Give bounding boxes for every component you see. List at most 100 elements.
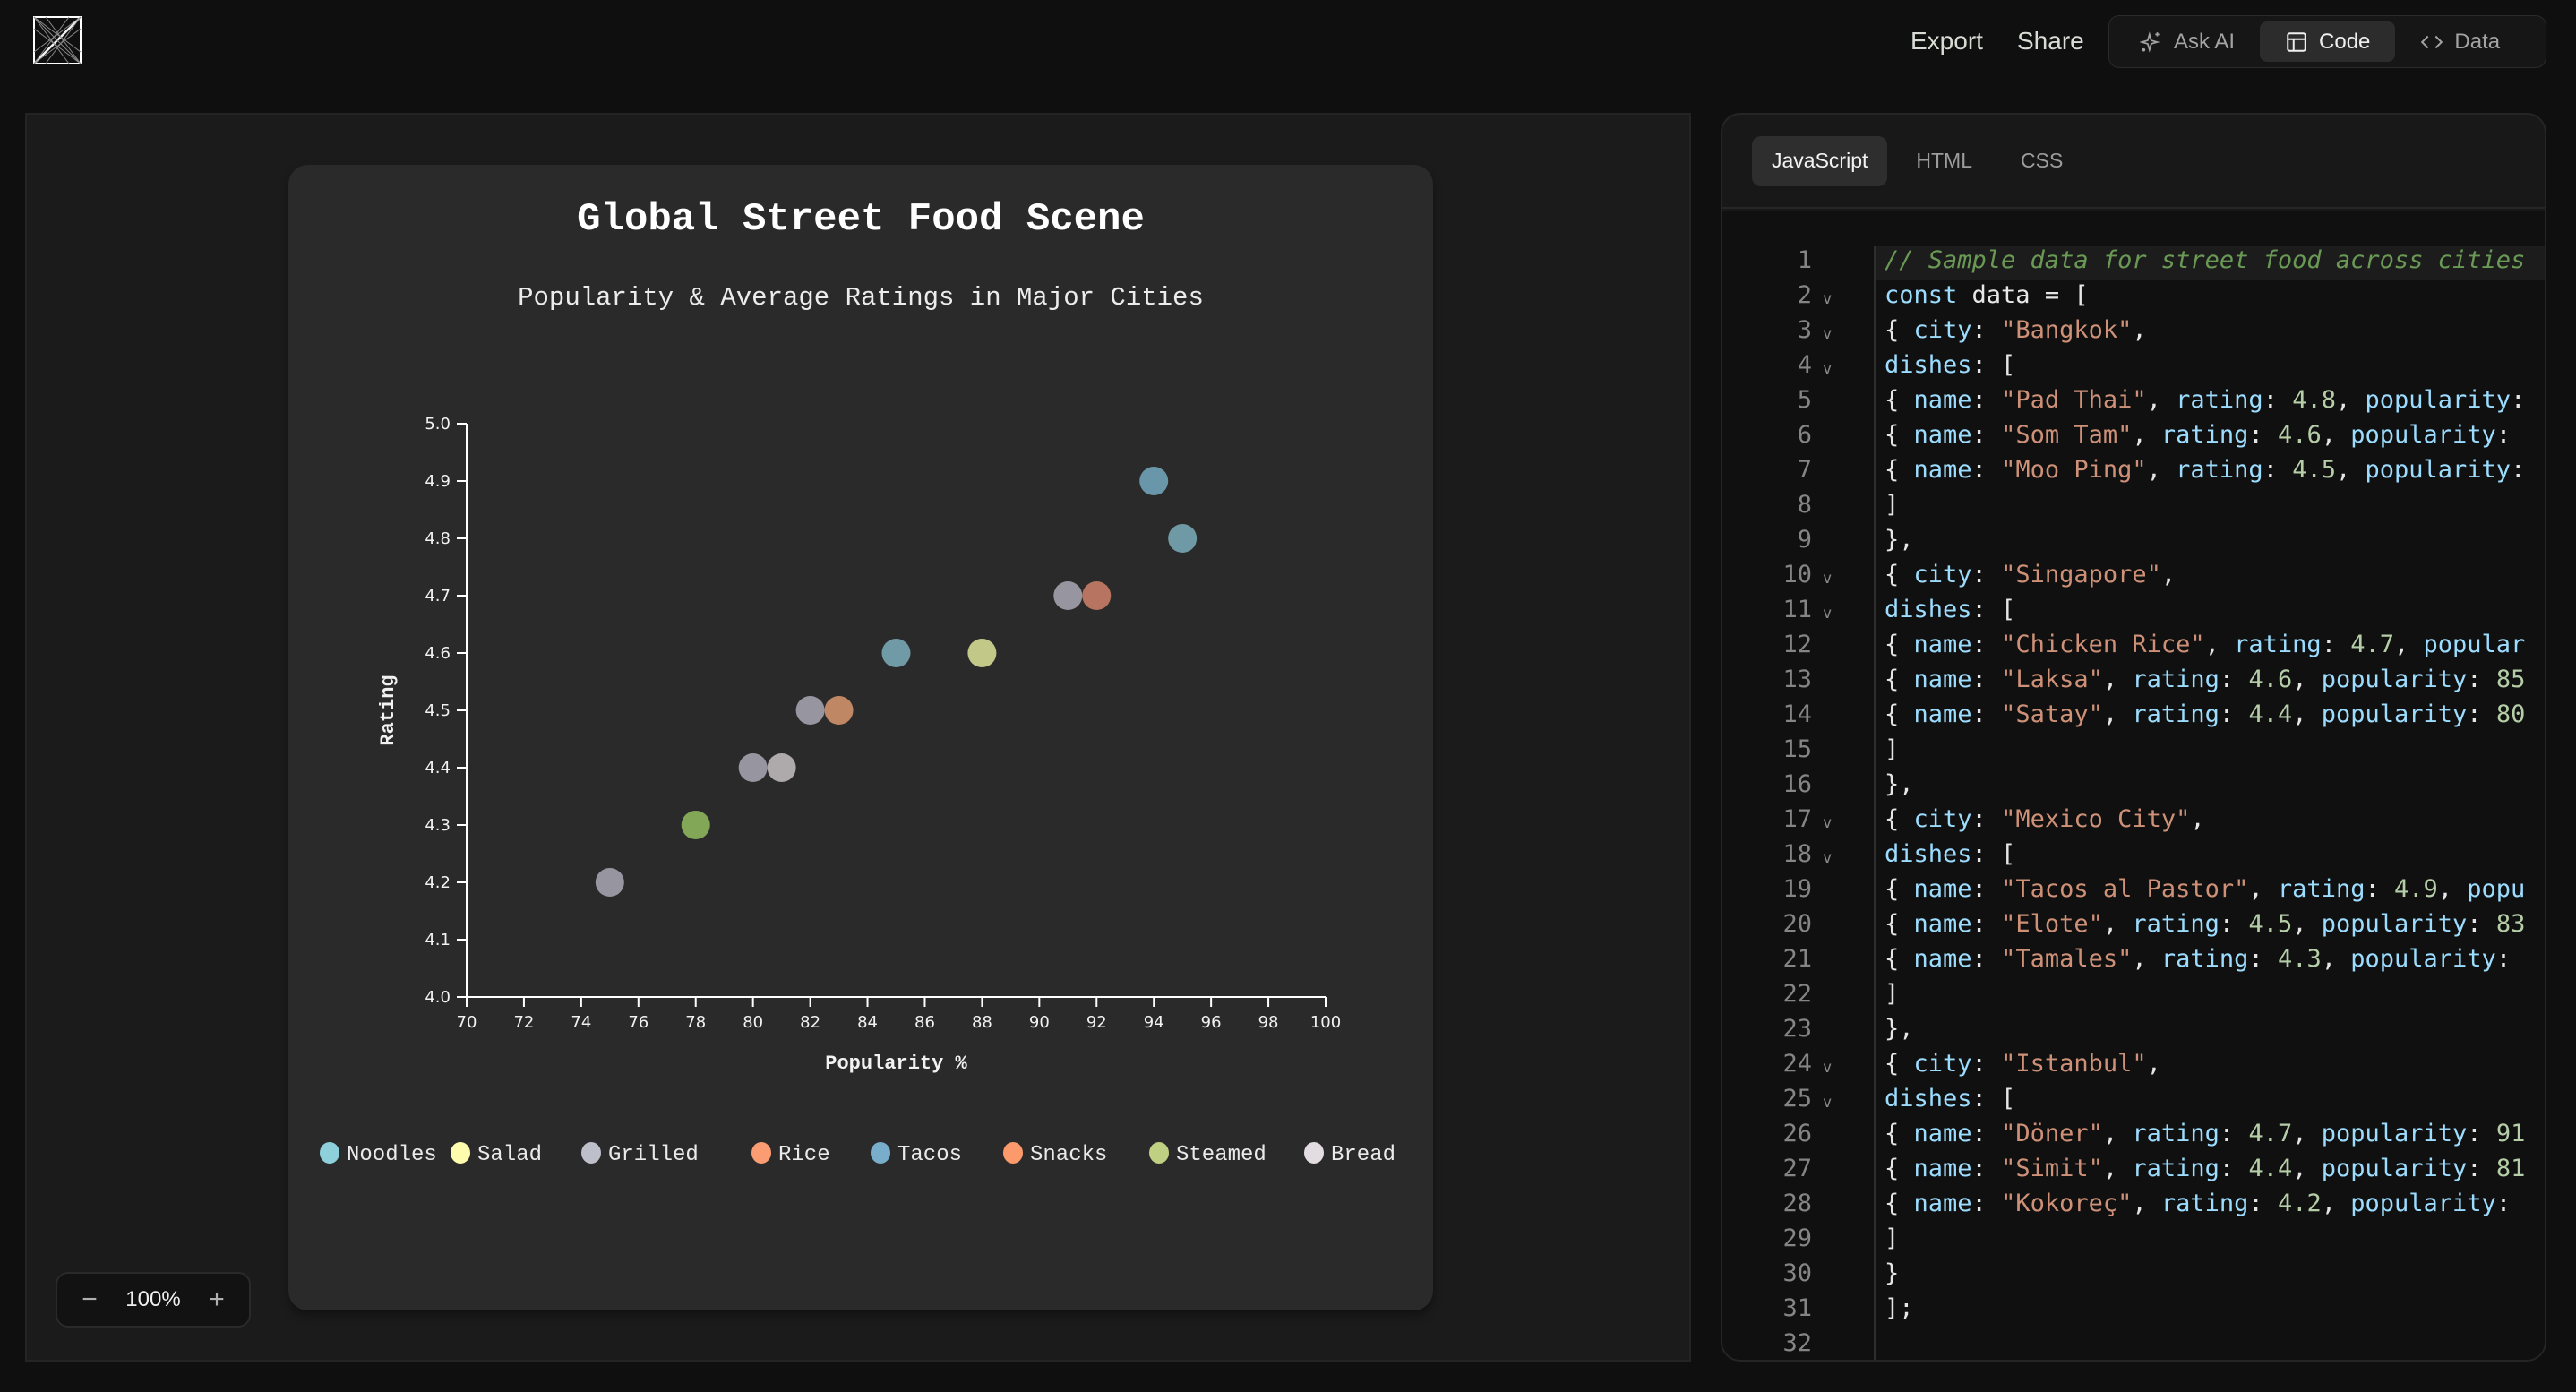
x-tick-label: 74	[571, 1013, 591, 1032]
code-token: :	[1971, 945, 2002, 973]
y-tick-label: 5.0	[425, 415, 451, 434]
code-token: :	[2263, 386, 2293, 414]
code-token: },	[1885, 1015, 1914, 1043]
code-token: name	[1913, 421, 1972, 449]
fold-chevron-icon[interactable]: v	[1823, 849, 1832, 867]
code-token: {	[1885, 316, 1914, 344]
code-token: dishes	[1885, 351, 1972, 379]
share-button[interactable]: Share	[2017, 23, 2084, 59]
code-token: :	[2219, 1120, 2249, 1147]
fold-chevron-icon[interactable]: v	[1823, 1094, 1832, 1112]
zoom-out-button[interactable]: −	[72, 1282, 107, 1318]
data-point[interactable]: Chicken Rice (Singapore)	[1082, 581, 1112, 610]
code-token: ,	[2146, 456, 2177, 484]
data-point[interactable]: Pad Thai (Bangkok)	[1168, 524, 1198, 553]
code-token: :	[2248, 945, 2278, 973]
code-token: ,	[2335, 456, 2366, 484]
x-axis-title: Popularity %	[825, 1053, 967, 1075]
code-token: :	[2248, 1190, 2278, 1217]
code-token: 4.7	[2350, 631, 2394, 658]
code-token: : [	[1971, 1085, 2016, 1113]
code-token: name	[1913, 700, 1972, 728]
code-token: rating	[2176, 386, 2263, 414]
data-point[interactable]: Elote (Mexico City)	[824, 696, 854, 725]
code-line: const data = [	[1885, 281, 2089, 309]
code-token: "Istanbul"	[2001, 1050, 2147, 1078]
fold-chevron-icon[interactable]: v	[1823, 325, 1832, 343]
data-point[interactable]: Simit (Istanbul)	[767, 753, 796, 782]
code-token: :	[2219, 1155, 2249, 1182]
code-editor[interactable]: 1 2 v 3 v 4 v 5 6 7 8 9 10 v 11 v 12 13 14 15 16 17 v 18 v 19 20 21…	[1722, 211, 2545, 1360]
code-line: { name: "Simit", rating: 4.4, popularity…	[1885, 1155, 2525, 1182]
y-tick-label: 4.0	[425, 988, 451, 1007]
data-point[interactable]: Tamales (Mexico City)	[681, 811, 710, 839]
code-line: dishes: [	[1885, 596, 2015, 623]
fold-chevron-icon[interactable]: v	[1823, 570, 1832, 588]
fold-chevron-icon[interactable]: v	[1823, 290, 1832, 308]
code-token: ,	[2102, 666, 2133, 693]
code-token: {	[1885, 386, 1914, 414]
code-token: name	[1913, 456, 1972, 484]
code-token: : [	[1971, 840, 2016, 868]
line-number: 26	[1782, 1120, 1812, 1147]
code-line: ]	[1885, 1224, 1899, 1252]
data-point[interactable]: Kokoreç (Istanbul)	[595, 868, 624, 897]
line-number: 12	[1782, 631, 1812, 658]
line-number: 22	[1782, 980, 1812, 1008]
code-token: rating	[2176, 456, 2263, 484]
export-button[interactable]: Export	[1911, 23, 1983, 59]
tab-css[interactable]: CSS	[2001, 136, 2082, 186]
tab-html[interactable]: HTML	[1896, 136, 1992, 186]
code-line: { city: "Istanbul",	[1885, 1050, 2161, 1078]
code-token: = [	[2044, 281, 2089, 309]
code-line: ]	[1885, 491, 1899, 519]
code-line: // Sample data for street food across ci…	[1885, 246, 2525, 274]
line-number: 9	[1797, 526, 1812, 554]
line-number: 21	[1782, 945, 1812, 973]
code-line: { name: "Moo Ping", rating: 4.5, popular…	[1885, 456, 2525, 484]
tab-ask-ai[interactable]: Ask AI	[2115, 21, 2260, 62]
data-point[interactable]: Döner (Istanbul)	[1053, 581, 1083, 610]
app-logo[interactable]	[33, 16, 82, 64]
code-token: :	[1971, 700, 2002, 728]
tab-code[interactable]: Code	[2260, 21, 2396, 62]
data-point[interactable]: Moo Ping (Bangkok)	[795, 696, 825, 725]
code-token: ,	[2321, 945, 2351, 973]
code-token: ,	[2132, 1190, 2161, 1217]
data-point[interactable]: Satay (Singapore)	[738, 753, 768, 782]
code-token: {	[1885, 700, 1914, 728]
legend-swatch	[451, 1142, 470, 1164]
data-point[interactable]: Som Tam (Bangkok)	[967, 639, 997, 667]
code-line: { name: "Som Tam", rating: 4.6, populari…	[1885, 421, 2511, 449]
line-number: 32	[1782, 1329, 1812, 1357]
zoom-in-button[interactable]: +	[199, 1282, 235, 1318]
fold-chevron-icon[interactable]: v	[1823, 814, 1832, 832]
code-line: { name: "Kokoreç", rating: 4.2, populari…	[1885, 1190, 2511, 1217]
line-number: 15	[1782, 735, 1812, 763]
line-number-gutter: 1 2 v 3 v 4 v 5 6 7 8 9 10 v 11 v 12 13 14 15 16 17 v 18 v 19 20 21…	[1722, 211, 1876, 1360]
code-token: name	[1913, 1190, 1972, 1217]
data-point[interactable]: Tacos al Pastor (Mexico City)	[1139, 467, 1169, 495]
y-tick-label: 4.6	[425, 644, 451, 663]
code-token: : [	[1971, 596, 2016, 623]
code-token: "Satay"	[2001, 700, 2103, 728]
code-token: {	[1885, 666, 1914, 693]
code-token: :	[1971, 631, 2002, 658]
data-point[interactable]: Laksa (Singapore)	[881, 639, 911, 667]
code-token: "Tamales"	[2001, 945, 2133, 973]
tab-data[interactable]: Data	[2395, 21, 2525, 62]
y-tick-label: 4.2	[425, 873, 451, 892]
fold-chevron-icon[interactable]: v	[1823, 1059, 1832, 1077]
legend-item-tacos: Tacos	[871, 1142, 962, 1167]
chart-card: Global Street Food Scene Popularity & Av…	[288, 165, 1433, 1310]
legend-label: Rice	[778, 1143, 830, 1167]
fold-chevron-icon[interactable]: v	[1823, 360, 1832, 378]
code-token: :	[1971, 386, 2002, 414]
code-token: {	[1885, 1190, 1914, 1217]
tab-javascript[interactable]: JavaScript	[1752, 135, 1888, 186]
fold-chevron-icon[interactable]: v	[1823, 605, 1832, 623]
code-token: ,	[2292, 1155, 2322, 1182]
code-line: { name: "Tamales", rating: 4.3, populari…	[1885, 945, 2511, 973]
code-line: { city: "Singapore",	[1885, 561, 2176, 589]
x-tick-label: 82	[800, 1013, 820, 1032]
